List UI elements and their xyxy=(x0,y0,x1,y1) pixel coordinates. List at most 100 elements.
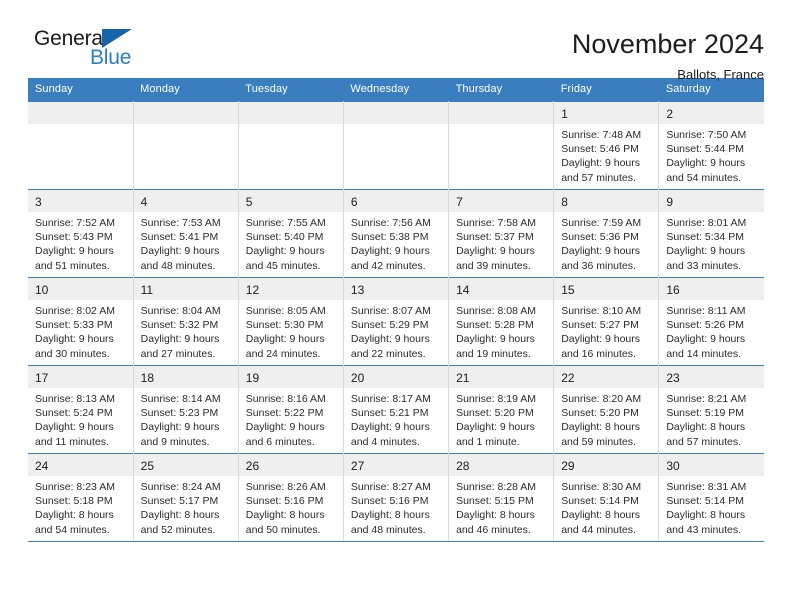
day-number-strip: 2 xyxy=(659,102,764,124)
calendar-day-cell[interactable]: 18 Sunrise: 8:14 AM Sunset: 5:23 PM Dayligh… xyxy=(133,365,239,454)
daylight-duration-line1: Daylight: 9 hours xyxy=(350,333,430,346)
day-details: Sunrise: 8:21 AM Sunset: 5:19 PM Daylight:… xyxy=(659,388,764,449)
day-number-strip: 6 xyxy=(343,190,449,212)
day-number-strip: 26 xyxy=(238,454,343,476)
calendar-day-cell[interactable]: 6 Sunrise: 7:56 AM Sunset: 5:38 PM Daylight… xyxy=(343,189,450,278)
daylight-duration-line2: and 9 minutes. xyxy=(140,435,210,448)
day-number: 13 xyxy=(350,283,365,297)
sunset-time: Sunset: 5:14 PM xyxy=(666,495,744,508)
calendar-day-cell[interactable]: 10 Sunrise: 8:02 AM Sunset: 5:33 PM Dayligh… xyxy=(28,277,134,366)
day-details: Sunrise: 7:48 AM Sunset: 5:46 PM Daylight:… xyxy=(554,124,658,185)
calendar-day-cell[interactable]: 22 Sunrise: 8:20 AM Sunset: 5:20 PM Dayligh… xyxy=(553,365,660,454)
sunrise-time: Sunrise: 8:08 AM xyxy=(456,305,537,317)
calendar-day-cell[interactable]: 28 Sunrise: 8:28 AM Sunset: 5:15 PM Dayligh… xyxy=(448,453,555,542)
calendar-day-cell[interactable]: 17 Sunrise: 8:13 AM Sunset: 5:24 PM Dayligh… xyxy=(28,365,134,454)
calendar-day-cell[interactable]: 29 Sunrise: 8:30 AM Sunset: 5:14 PM Dayligh… xyxy=(553,453,660,542)
daylight-duration-line2: and 57 minutes. xyxy=(666,435,742,448)
day-number: 5 xyxy=(245,195,253,209)
calendar-day-cell[interactable]: 11 Sunrise: 8:04 AM Sunset: 5:32 PM Dayligh… xyxy=(133,277,239,366)
sunrise-time: Sunrise: 8:14 AM xyxy=(140,393,221,405)
calendar-day-cell[interactable]: 4 Sunrise: 7:53 AM Sunset: 5:41 PM Daylight… xyxy=(133,189,239,278)
calendar-day-cell[interactable]: 7 Sunrise: 7:58 AM Sunset: 5:37 PM Daylight… xyxy=(448,189,555,278)
calendar-day-cell[interactable]: 13 Sunrise: 8:07 AM Sunset: 5:29 PM Dayligh… xyxy=(343,277,450,366)
sunrise-time: Sunrise: 8:11 AM xyxy=(666,305,746,317)
day-details: Sunrise: 8:16 AM Sunset: 5:22 PM Daylight:… xyxy=(239,388,343,449)
day-number-strip: 23 xyxy=(659,366,764,388)
day-number-strip: 28 xyxy=(449,454,554,476)
calendar-cell-inner: 28 Sunrise: 8:28 AM Sunset: 5:15 PM Dayligh… xyxy=(449,454,554,541)
day-number: 28 xyxy=(456,459,470,473)
day-number: 14 xyxy=(456,283,470,297)
calendar-grid: Sunday Monday Tuesday Wednesday Thursday… xyxy=(28,78,764,542)
daylight-duration-line2: and 27 minutes. xyxy=(140,347,216,360)
daylight-duration-line1: Daylight: 8 hours xyxy=(561,509,640,522)
calendar-day-cell[interactable]: 20 Sunrise: 8:17 AM Sunset: 5:21 PM Dayligh… xyxy=(343,365,450,454)
calendar-week-row: 24 Sunrise: 8:23 AM Sunset: 5:18 PM Dayligh… xyxy=(28,453,764,542)
sunset-time: Sunset: 5:18 PM xyxy=(35,495,113,508)
daylight-duration-line1: Daylight: 9 hours xyxy=(140,245,220,258)
daylight-duration-line1: Daylight: 9 hours xyxy=(666,333,746,346)
day-details: Sunrise: 7:59 AM Sunset: 5:36 PM Daylight:… xyxy=(554,212,658,273)
day-details: Sunrise: 8:14 AM Sunset: 5:23 PM Daylight:… xyxy=(134,388,238,449)
daylight-duration-line1: Daylight: 8 hours xyxy=(666,421,746,434)
calendar-cell-inner: 27 Sunrise: 8:27 AM Sunset: 5:16 PM Dayligh… xyxy=(343,454,449,541)
day-details: Sunrise: 7:52 AM Sunset: 5:43 PM Daylight:… xyxy=(28,212,133,273)
calendar-cell-inner: 2 Sunrise: 7:50 AM Sunset: 5:44 PM Daylight… xyxy=(659,102,764,189)
calendar-cell-inner: 24 Sunrise: 8:23 AM Sunset: 5:18 PM Dayligh… xyxy=(28,454,133,541)
calendar-week-row: 1 Sunrise: 7:48 AM Sunset: 5:46 PM Daylight… xyxy=(28,101,764,190)
calendar-day-cell[interactable]: 21 Sunrise: 8:19 AM Sunset: 5:20 PM Dayligh… xyxy=(448,365,555,454)
day-details: Sunrise: 8:28 AM Sunset: 5:15 PM Daylight:… xyxy=(449,476,553,537)
sunrise-time: Sunrise: 8:28 AM xyxy=(456,481,537,493)
daylight-duration-line1: Daylight: 9 hours xyxy=(666,157,746,170)
day-number-strip xyxy=(28,102,133,124)
sunrise-time: Sunrise: 8:07 AM xyxy=(350,305,431,317)
sunset-time: Sunset: 5:37 PM xyxy=(456,231,534,244)
sunset-time: Sunset: 5:30 PM xyxy=(245,319,324,332)
day-number: 30 xyxy=(666,459,680,473)
day-number-strip: 11 xyxy=(133,278,238,300)
daylight-duration-line1: Daylight: 9 hours xyxy=(456,421,535,434)
calendar-day-cell[interactable]: 5 Sunrise: 7:55 AM Sunset: 5:40 PM Daylight… xyxy=(238,189,344,278)
calendar-day-cell[interactable]: 26 Sunrise: 8:26 AM Sunset: 5:16 PM Dayligh… xyxy=(238,453,344,542)
calendar-cell-inner: 26 Sunrise: 8:26 AM Sunset: 5:16 PM Dayligh… xyxy=(238,454,343,541)
day-number-strip: 16 xyxy=(659,278,764,300)
calendar-day-cell[interactable]: 14 Sunrise: 8:08 AM Sunset: 5:28 PM Dayligh… xyxy=(448,277,555,366)
day-number: 29 xyxy=(561,459,575,473)
day-number-strip xyxy=(449,102,554,124)
calendar-cell-inner: 14 Sunrise: 8:08 AM Sunset: 5:28 PM Dayligh… xyxy=(449,278,554,365)
sunrise-time: Sunrise: 8:10 AM xyxy=(561,305,642,317)
calendar-day-cell[interactable]: 12 Sunrise: 8:05 AM Sunset: 5:30 PM Dayligh… xyxy=(238,277,344,366)
calendar-day-cell[interactable]: 16 Sunrise: 8:11 AM Sunset: 5:26 PM Dayligh… xyxy=(658,277,764,366)
calendar-day-cell[interactable]: 2 Sunrise: 7:50 AM Sunset: 5:44 PM Daylight… xyxy=(658,101,764,190)
day-number: 17 xyxy=(35,371,49,385)
sunset-time: Sunset: 5:44 PM xyxy=(666,143,744,156)
daylight-duration-line1: Daylight: 9 hours xyxy=(561,245,640,258)
daylight-duration-line2: and 43 minutes. xyxy=(666,523,742,536)
daylight-duration-line2: and 6 minutes. xyxy=(245,435,315,448)
sunset-time: Sunset: 5:32 PM xyxy=(140,319,219,332)
calendar-day-cell[interactable]: 8 Sunrise: 7:59 AM Sunset: 5:36 PM Daylight… xyxy=(553,189,660,278)
daylight-duration-line2: and 57 minutes. xyxy=(561,171,636,184)
day-details: Sunrise: 7:55 AM Sunset: 5:40 PM Daylight:… xyxy=(239,212,343,273)
day-details: Sunrise: 7:53 AM Sunset: 5:41 PM Daylight:… xyxy=(134,212,238,273)
day-details: Sunrise: 8:10 AM Sunset: 5:27 PM Daylight:… xyxy=(554,300,658,361)
sunset-time: Sunset: 5:19 PM xyxy=(666,407,744,420)
calendar-day-cell[interactable]: 15 Sunrise: 8:10 AM Sunset: 5:27 PM Dayligh… xyxy=(553,277,660,366)
day-number-strip: 25 xyxy=(133,454,238,476)
calendar-cell-inner: 13 Sunrise: 8:07 AM Sunset: 5:29 PM Dayligh… xyxy=(343,278,449,365)
calendar-day-cell[interactable]: 19 Sunrise: 8:16 AM Sunset: 5:22 PM Dayligh… xyxy=(238,365,344,454)
calendar-day-cell[interactable]: 25 Sunrise: 8:24 AM Sunset: 5:17 PM Dayligh… xyxy=(133,453,239,542)
calendar-day-cell[interactable]: 30 Sunrise: 8:31 AM Sunset: 5:14 PM Dayligh… xyxy=(658,453,764,542)
daylight-duration-line1: Daylight: 9 hours xyxy=(140,333,220,346)
calendar-day-cell[interactable]: 9 Sunrise: 8:01 AM Sunset: 5:34 PM Daylight… xyxy=(658,189,764,278)
day-number: 10 xyxy=(35,283,49,297)
calendar-day-cell[interactable]: 24 Sunrise: 8:23 AM Sunset: 5:18 PM Dayligh… xyxy=(28,453,134,542)
calendar-day-cell[interactable]: 23 Sunrise: 8:21 AM Sunset: 5:19 PM Dayligh… xyxy=(658,365,764,454)
general-blue-logo[interactable]: General Blue xyxy=(28,28,208,76)
day-number: 25 xyxy=(140,459,154,473)
calendar-day-cell[interactable]: 3 Sunrise: 7:52 AM Sunset: 5:43 PM Daylight… xyxy=(28,189,134,278)
calendar-cell-inner: 18 Sunrise: 8:14 AM Sunset: 5:23 PM Dayligh… xyxy=(133,366,238,453)
calendar-day-cell[interactable]: 1 Sunrise: 7:48 AM Sunset: 5:46 PM Daylight… xyxy=(553,101,660,190)
calendar-day-cell[interactable]: 27 Sunrise: 8:27 AM Sunset: 5:16 PM Dayligh… xyxy=(343,453,450,542)
page-header: General Blue November 2024 Ballots, Fran… xyxy=(28,0,764,81)
